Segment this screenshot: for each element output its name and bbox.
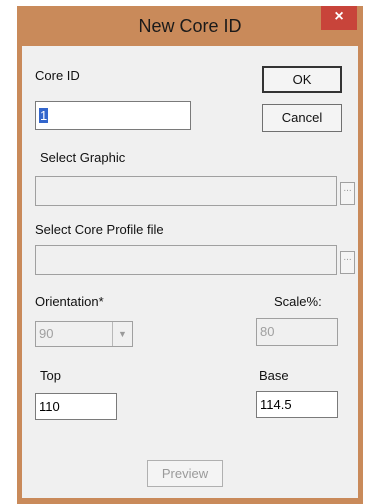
new-core-id-dialog: New Core ID × Core ID 1 OK Cancel Select… [17, 6, 363, 504]
top-input[interactable]: 110 [35, 393, 117, 420]
close-button[interactable]: × [321, 6, 357, 30]
graphic-browse-button[interactable]: ... [340, 182, 355, 205]
core-id-input[interactable]: 1 [35, 101, 191, 130]
orientation-label: Orientation* [35, 294, 104, 309]
orientation-value: 90 [39, 326, 54, 341]
base-label: Base [259, 368, 289, 383]
close-icon: × [334, 8, 344, 25]
graphic-path-field[interactable] [35, 176, 337, 206]
base-input[interactable]: 114.5 [256, 391, 338, 418]
core-id-label: Core ID [35, 68, 80, 83]
core-id-value: 1 [39, 108, 49, 123]
scale-input[interactable]: 80 [256, 318, 338, 346]
dialog-title: New Core ID [138, 16, 242, 36]
scale-label: Scale%: [274, 294, 322, 309]
ok-button[interactable]: OK [262, 66, 342, 93]
dialog-client-area: Core ID 1 OK Cancel Select Graphic ... S… [22, 46, 358, 498]
chevron-down-icon[interactable]: ▼ [112, 322, 132, 346]
cancel-button[interactable]: Cancel [262, 104, 342, 132]
preview-button[interactable]: Preview [147, 460, 223, 487]
profile-browse-button[interactable]: ... [340, 251, 355, 274]
orientation-select[interactable]: 90 ▼ [35, 321, 133, 347]
select-profile-label: Select Core Profile file [35, 222, 164, 237]
profile-path-field[interactable] [35, 245, 337, 275]
select-graphic-label: Select Graphic [40, 150, 126, 165]
top-label: Top [40, 368, 61, 383]
title-bar[interactable]: New Core ID × [17, 6, 363, 46]
